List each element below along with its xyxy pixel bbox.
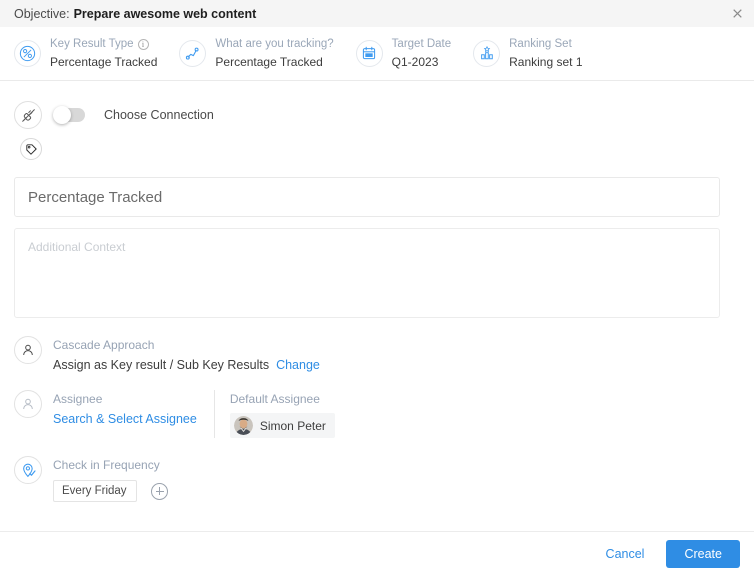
- summary-value: Q1-2023: [391, 55, 439, 70]
- summary-text: Ranking Set Ranking set 1: [509, 37, 582, 71]
- checkin-frequency-row: Check in Frequency Every Friday: [14, 456, 740, 502]
- summary-label-wrap: Ranking Set: [509, 37, 582, 53]
- default-assignee-name: Simon Peter: [259, 418, 326, 433]
- summary-label-wrap: What are you tracking?: [215, 37, 333, 53]
- percent-circle-icon: [14, 39, 41, 67]
- toggle-knob: [53, 106, 71, 124]
- location-pin-check-icon: [14, 456, 42, 484]
- cascade-change-link[interactable]: Change: [276, 358, 320, 372]
- summary-text: Target Date Q1-2023: [392, 37, 451, 71]
- cascade-value-row: Assign as Key result / Sub Key Results C…: [53, 358, 320, 372]
- key-result-modal: Objective: Prepare awesome web content K…: [0, 0, 754, 576]
- summary-label: Ranking Set: [509, 37, 572, 50]
- person-outline-glyph: [23, 398, 33, 410]
- info-icon[interactable]: i: [137, 38, 149, 50]
- summary-text: What are you tracking? Percentage Tracke…: [215, 37, 333, 71]
- close-glyph: [732, 9, 742, 18]
- summary-label-wrap: Target Date: [392, 37, 451, 53]
- summary-item-ranking-set[interactable]: Ranking Set Ranking set 1: [473, 37, 583, 71]
- summary-value: Percentage Tracked: [215, 55, 323, 70]
- tag-glyph: [25, 143, 37, 155]
- plug-disconnected-icon: [14, 101, 42, 129]
- close-icon[interactable]: [730, 7, 744, 21]
- summary-value: Ranking set 1: [509, 55, 583, 70]
- user-photo-avatar: [233, 416, 253, 435]
- person-glyph: [23, 344, 33, 356]
- cascade-approach-row: Cascade Approach Assign as Key result / …: [14, 336, 740, 372]
- percent-glyph: [19, 45, 36, 62]
- assignee-row: Assignee Search & Select Assignee Defaul…: [14, 390, 740, 438]
- assignee-divider: [213, 390, 215, 438]
- summary-label: What are you tracking?: [215, 37, 334, 50]
- additional-context-textarea[interactable]: Additional Context: [14, 228, 720, 318]
- checkin-col: Check in Frequency Every Friday: [53, 456, 168, 502]
- summary-item-tracking[interactable]: What are you tracking? Percentage Tracke…: [179, 37, 334, 71]
- assignee-col: Assignee Search & Select Assignee: [53, 390, 214, 438]
- choose-connection-label: Choose Connection: [104, 108, 214, 122]
- default-assignee-chip[interactable]: Simon Peter: [229, 413, 335, 438]
- checkin-frequency-label: Check in Frequency: [53, 458, 160, 472]
- assignee-wrap: Assignee Search & Select Assignee Defaul…: [53, 390, 335, 438]
- location-pin-check-glyph: [22, 463, 36, 477]
- summary-item-target-date[interactable]: Target Date Q1-2023: [355, 37, 451, 71]
- trend-nodes-glyph: [186, 47, 199, 60]
- summary-strip: Key Result Type i Percentage Tracked Wha…: [0, 27, 754, 81]
- objective-prefix: Objective:: [14, 6, 70, 21]
- summary-value: Percentage Tracked: [50, 55, 158, 70]
- trend-nodes-icon: [179, 39, 207, 67]
- cascade-text-col: Cascade Approach Assign as Key result / …: [53, 336, 320, 372]
- search-select-assignee-link[interactable]: Search & Select Assignee: [53, 412, 197, 426]
- plus-circle-icon[interactable]: [151, 482, 168, 500]
- summary-item-key-result-type[interactable]: Key Result Type i Percentage Tracked: [14, 37, 157, 71]
- ranking-bars-star-icon: [473, 39, 501, 67]
- tag-icon[interactable]: [20, 138, 42, 160]
- choose-connection-toggle[interactable]: [53, 106, 85, 124]
- connection-row: Choose Connection: [14, 95, 740, 135]
- default-assignee-label: Default Assignee: [229, 392, 320, 406]
- objective-title: Prepare awesome web content: [73, 6, 257, 21]
- person-outline-icon: [14, 390, 42, 418]
- cascade-label: Cascade Approach: [53, 338, 155, 352]
- default-assignee-col: Default Assignee Simon Peter: [229, 390, 335, 438]
- person-icon: [14, 336, 42, 364]
- calendar-glyph: [363, 47, 376, 60]
- cascade-value: Assign as Key result / Sub Key Results: [53, 358, 270, 372]
- checkin-frequency-select[interactable]: Every Friday: [53, 480, 137, 502]
- ranking-bars-star-glyph: [480, 46, 493, 60]
- checkin-controls: Every Friday: [53, 480, 168, 502]
- assignee-label: Assignee: [53, 392, 103, 406]
- calendar-icon: [355, 39, 383, 67]
- modal-body: Choose Connection Percentage Tracked Add…: [0, 81, 754, 531]
- additional-context-placeholder: Additional Context: [28, 240, 126, 254]
- summary-label: Key Result Type: [50, 37, 134, 50]
- cancel-button[interactable]: Cancel: [594, 541, 657, 567]
- key-result-title-input[interactable]: Percentage Tracked: [14, 177, 720, 217]
- summary-label: Target Date: [391, 37, 452, 50]
- summary-text: Key Result Type i Percentage Tracked: [50, 37, 157, 71]
- plug-disconnected-glyph: [21, 108, 35, 122]
- summary-label-wrap: Key Result Type i: [50, 37, 157, 53]
- modal-footer: Cancel Create: [0, 531, 754, 576]
- objective-bar: Objective: Prepare awesome web content: [0, 0, 754, 27]
- create-button[interactable]: Create: [666, 540, 740, 568]
- tag-row: [20, 135, 740, 163]
